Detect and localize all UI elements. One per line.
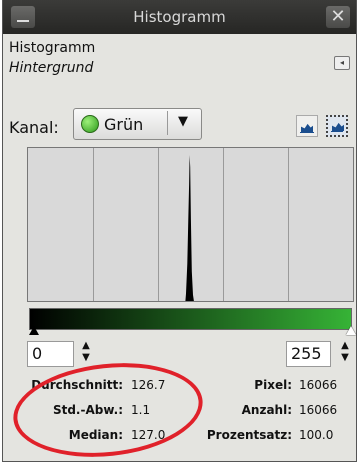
- channel-select[interactable]: Grün ▼: [73, 108, 202, 140]
- icon-baseline: [300, 132, 314, 133]
- highlight-ellipse: [8, 354, 208, 466]
- minimize-icon[interactable]: [11, 6, 35, 28]
- combo-divider: [167, 111, 168, 135]
- linear-histogram-icon: [301, 123, 313, 132]
- logarithmic-histogram-button[interactable]: [326, 115, 348, 137]
- range-start-handle-icon[interactable]: [29, 326, 39, 335]
- channel-gradient-bar: [29, 308, 352, 330]
- range-end-input[interactable]: 255: [286, 341, 331, 367]
- histogram-svg: [93, 148, 289, 301]
- spin-up-icon[interactable]: ▲: [80, 340, 92, 352]
- range-end-stepper[interactable]: ▲ ▼: [339, 340, 351, 368]
- percentile-value: 100.0: [299, 428, 334, 442]
- icon-baseline: [331, 131, 343, 132]
- count-value: 16066: [299, 403, 338, 417]
- count-label: Anzahl:: [241, 403, 292, 417]
- channel-value: Grün: [104, 115, 144, 134]
- channel-label: Kanal:: [9, 118, 59, 137]
- dock-menu-icon[interactable]: ◂: [334, 56, 350, 70]
- spin-up-icon[interactable]: ▲: [339, 340, 351, 352]
- title-bar[interactable]: Histogramm ✕: [3, 0, 356, 34]
- logarithmic-histogram-icon: [332, 122, 344, 131]
- histogram-plot[interactable]: [27, 147, 354, 302]
- pixels-value: 16066: [299, 378, 338, 392]
- histogram-peak: [185, 155, 194, 301]
- range-start-stepper[interactable]: ▲ ▼: [80, 340, 92, 368]
- chevron-down-icon[interactable]: ▼: [178, 114, 188, 129]
- layer-name: Hintergrund: [9, 60, 94, 76]
- range-start-input[interactable]: 0: [27, 341, 74, 367]
- range-end-handle-icon[interactable]: [346, 326, 356, 335]
- percentile-label: Prozentsatz:: [206, 428, 292, 442]
- green-channel-icon: [81, 115, 99, 133]
- spin-down-icon[interactable]: ▼: [80, 352, 92, 364]
- histogram-window: Histogramm ✕ Histogramm Hintergrund ◂ Ka…: [2, 0, 357, 466]
- window-title: Histogramm: [133, 8, 226, 26]
- linear-histogram-button[interactable]: [296, 115, 318, 137]
- spin-down-icon[interactable]: ▼: [339, 352, 351, 364]
- panel-title: Histogramm: [9, 40, 96, 56]
- pixels-label: Pixel:: [254, 378, 292, 392]
- close-icon[interactable]: ✕: [326, 6, 350, 28]
